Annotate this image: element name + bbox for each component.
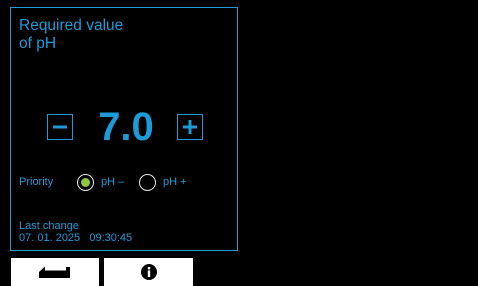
minus-icon: [53, 125, 67, 129]
info-button[interactable]: [104, 258, 193, 286]
ph-value: 7.0: [98, 105, 154, 149]
priority-label: Priority: [19, 176, 54, 188]
selected-dot-icon: [80, 177, 90, 187]
info-icon: [140, 264, 157, 280]
last-change-label: Last change: [19, 220, 79, 232]
priority-option-ph-minus-label[interactable]: pH –: [101, 176, 124, 188]
return-arrow-icon: [39, 266, 70, 278]
last-change-time: 09:30:45: [89, 232, 133, 244]
priority-row: Priority pH – pH +: [19, 172, 229, 194]
priority-radio-ph-minus[interactable]: [77, 174, 94, 191]
last-change-info: Last change 07. 01. 2025 09:30:45: [19, 220, 132, 244]
ph-value-stepper: 7.0: [47, 104, 207, 150]
priority-option-ph-plus-label[interactable]: pH +: [163, 176, 187, 188]
back-button[interactable]: [11, 258, 99, 286]
priority-radio-ph-plus[interactable]: [139, 174, 156, 191]
panel-title-line-2: of pH: [19, 35, 57, 52]
panel-title-line-1: Required value: [19, 17, 124, 34]
last-change-date: 07. 01. 2025: [19, 232, 81, 244]
ph-setpoint-panel: Required value of pH 7.0 Priority pH – p…: [10, 7, 238, 251]
last-change-timestamp: 07. 01. 2025 09:30:45: [19, 232, 132, 244]
increase-button[interactable]: [177, 114, 203, 140]
panel-title: Required value of pH: [19, 17, 123, 53]
decrease-button[interactable]: [47, 114, 73, 140]
